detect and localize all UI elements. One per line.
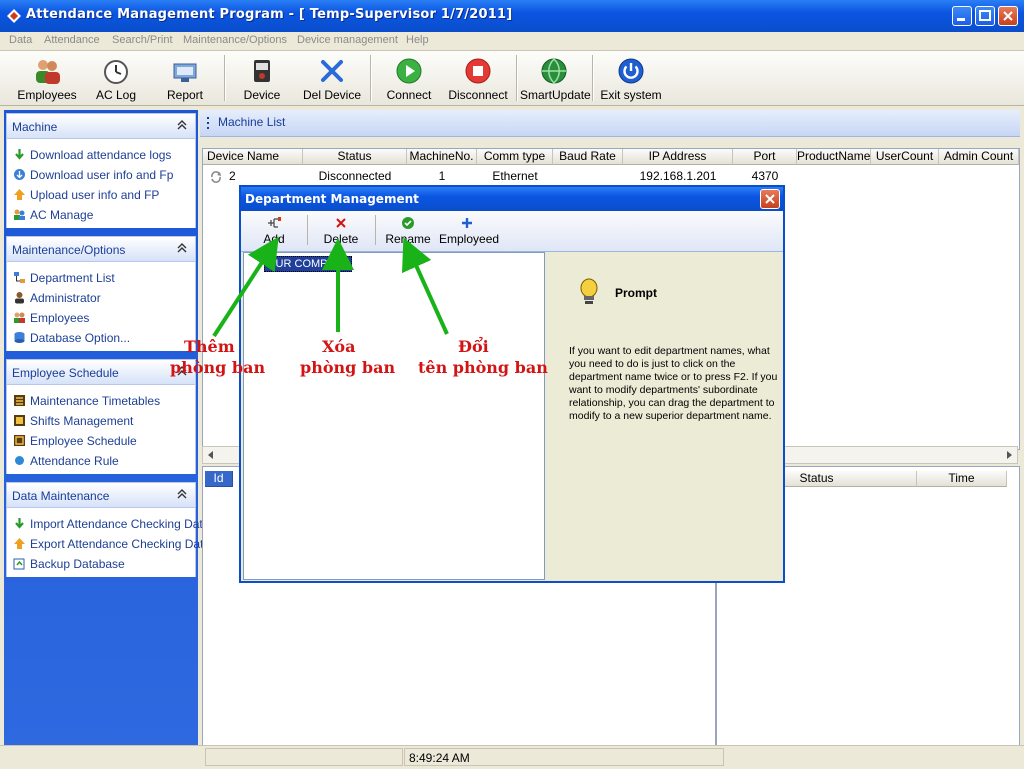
annotation-text: tên phòng ban	[418, 358, 548, 377]
annotation-text: Thêm	[184, 337, 235, 356]
annotation-text: phòng ban	[170, 358, 266, 377]
arrow-to-rename	[401, 237, 449, 335]
annotation-delete: Xóa	[322, 337, 355, 356]
annotation-arrows	[212, 236, 449, 338]
arrow-to-add	[212, 236, 279, 338]
annotation-add: Thêm	[184, 337, 235, 356]
annotation-text: phòng ban	[300, 358, 396, 377]
annotation-rename: Đổi	[458, 337, 489, 356]
annotation-rename-2: tên phòng ban	[418, 358, 548, 377]
annotation-delete-2: phòng ban	[300, 358, 395, 377]
annotation-text: Đổi	[458, 337, 489, 356]
annotation-add-2: phòng ban	[170, 358, 265, 377]
annotation-text: Xóa	[322, 337, 356, 356]
